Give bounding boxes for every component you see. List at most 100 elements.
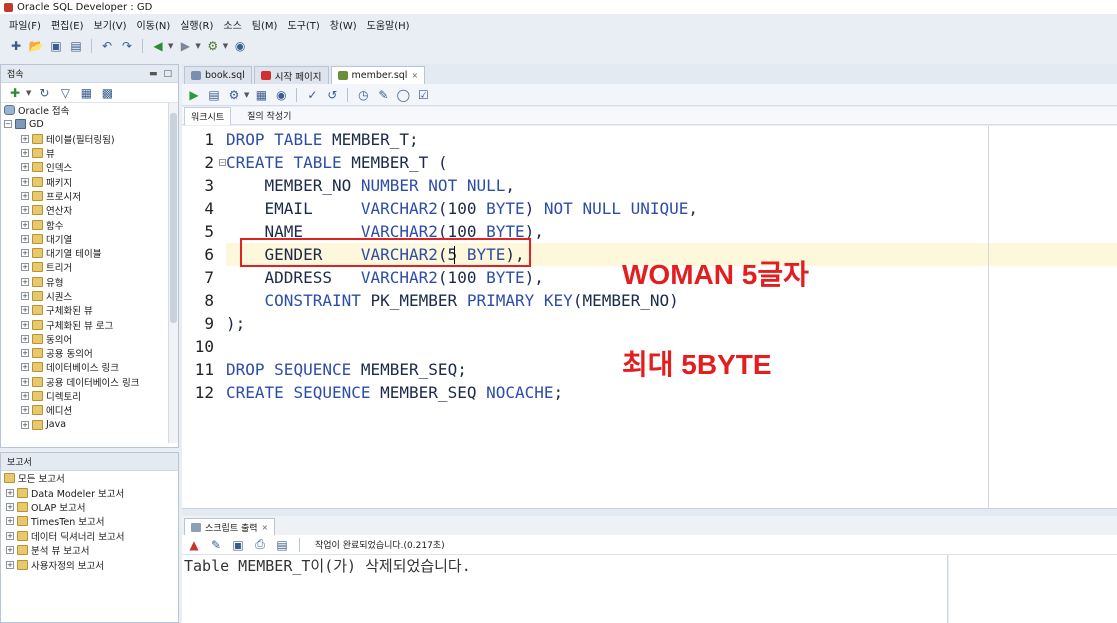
menu-tools[interactable]: 도구(T) [282, 17, 324, 32]
explain-plan-icon[interactable]: ▦ [253, 87, 269, 103]
format-icon[interactable]: ☑ [415, 87, 431, 103]
menu-team[interactable]: 팀(M) [247, 17, 283, 32]
tree-item-data-dictionary-reports[interactable]: + 데이터 딕셔너리 보고서 [1, 529, 178, 543]
expand-icon[interactable]: + [6, 488, 14, 497]
tree-item-oracle-connections[interactable]: Oracle 접속 [1, 103, 178, 117]
tab-query-builder[interactable]: 질의 작성기 [241, 107, 297, 124]
expand-icon[interactable]: + [21, 406, 29, 415]
export-icon[interactable]: ▤ [274, 537, 290, 553]
tree-item-timesten-reports[interactable]: + TimesTen 보고서 [1, 514, 178, 528]
tree-item-packages[interactable]: + 패키지 [1, 174, 178, 189]
redo-icon[interactable]: ↷ [119, 38, 135, 54]
autotrace-dropdown-icon[interactable]: ▼ [244, 91, 249, 99]
tree-item-operators[interactable]: + 연산자 [1, 203, 178, 217]
script-output[interactable]: Table MEMBER_T이(가) 삭제되었습니다. [182, 555, 948, 623]
tab-script-output[interactable]: 스크립트 출력 × [184, 518, 276, 535]
save-all-icon[interactable]: ▤ [68, 38, 84, 54]
find-icon[interactable]: ◯ [395, 87, 411, 103]
tree-item-materialized-view-logs[interactable]: + 구체화된 뷰 로그 [1, 317, 178, 332]
tree-item-indexes[interactable]: + 인덱스 [1, 160, 178, 174]
menu-view[interactable]: 보기(V) [89, 17, 132, 32]
run-script-icon[interactable]: ▤ [206, 87, 222, 103]
tree-item-olap-reports[interactable]: + OLAP 보고서 [1, 500, 178, 514]
tab-start-page[interactable]: 시작 페이지 [253, 66, 329, 84]
pin-icon[interactable]: ▲ [186, 537, 202, 553]
add-connection-dropdown-icon[interactable]: ▼ [26, 89, 31, 97]
tree-item-tables[interactable]: + 테이블(필터링됨) [1, 132, 178, 146]
tree-item-analytic-view-reports[interactable]: + 분석 뷰 보고서 [1, 543, 178, 557]
tree-item-views[interactable]: + 뷰 [1, 146, 178, 160]
tree-item-java[interactable]: + Java [1, 418, 178, 432]
tree-item-all-reports[interactable]: 모든 보고서 [1, 471, 178, 485]
expand-icon[interactable]: + [21, 191, 29, 200]
tree-item-procedures[interactable]: + 프로시저 [1, 189, 178, 203]
refresh-icon[interactable]: ↻ [36, 85, 52, 101]
tree-item-synonyms[interactable]: + 동의어 [1, 332, 178, 346]
menu-source[interactable]: 소스 [218, 17, 246, 32]
tree-item-gd[interactable]: − GD [1, 117, 178, 131]
tree-item-editions[interactable]: + 에디션 [1, 403, 178, 417]
undo-icon[interactable]: ↶ [99, 38, 115, 54]
forward-dropdown-icon[interactable]: ▼ [195, 42, 200, 50]
filter-icon[interactable]: ▽ [57, 85, 73, 101]
tree-item-directories[interactable]: + 디렉토리 [1, 389, 178, 403]
clear-output-icon[interactable]: ✎ [208, 537, 224, 553]
tab-worksheet[interactable]: 워크시트 [184, 106, 232, 125]
close-icon[interactable]: × [411, 71, 418, 80]
save-icon[interactable]: ▣ [48, 38, 64, 54]
sql-monitor-icon[interactable]: ◉ [232, 38, 248, 54]
tree-scrollbar[interactable] [168, 103, 178, 443]
clear-icon[interactable]: ✎ [375, 87, 391, 103]
add-connection-icon[interactable]: ✚ [7, 85, 23, 101]
collapse-icon[interactable]: − [4, 120, 12, 129]
tab-member-sql[interactable]: member.sql × [330, 66, 426, 84]
menu-run[interactable]: 실행(R) [175, 17, 218, 32]
back-icon[interactable]: ◀ [150, 38, 166, 54]
scrollbar-thumb[interactable] [170, 113, 177, 323]
fold-toggle-icon[interactable]: − [219, 159, 226, 166]
expand-icon[interactable]: + [6, 517, 14, 526]
schema-browser-icon[interactable]: ▦ [78, 85, 94, 101]
tree-item-functions[interactable]: + 함수 [1, 217, 178, 232]
tree-item-materialized-views[interactable]: + 구체화된 뷰 [1, 303, 178, 317]
sql-history-icon[interactable]: ◷ [355, 87, 371, 103]
expand-icon[interactable]: + [21, 320, 29, 329]
tab-book-sql[interactable]: book.sql [184, 66, 252, 84]
expand-icon[interactable]: + [21, 206, 29, 215]
expand-icon[interactable]: + [6, 531, 14, 540]
expand-icon[interactable]: + [6, 502, 14, 511]
minimize-icon[interactable]: ▬ [149, 69, 158, 79]
expand-icon[interactable]: + [6, 546, 14, 555]
panel-splitter[interactable] [182, 508, 1117, 516]
menu-navigate[interactable]: 이동(N) [132, 17, 176, 32]
expand-icon[interactable]: + [21, 163, 29, 172]
expand-icon[interactable]: + [21, 249, 29, 258]
expand-icon[interactable]: + [21, 420, 29, 429]
expand-icon[interactable]: + [21, 234, 29, 243]
maximize-icon[interactable]: □ [163, 69, 172, 79]
run-menu-dropdown-icon[interactable]: ▼ [223, 42, 228, 50]
back-dropdown-icon[interactable]: ▼ [168, 42, 173, 50]
expand-icon[interactable]: + [21, 349, 29, 358]
menu-help[interactable]: 도움말(H) [362, 17, 415, 32]
open-folder-icon[interactable]: 📂 [28, 38, 44, 54]
tree-item-triggers[interactable]: + 트리거 [1, 260, 178, 274]
expand-icon[interactable]: + [21, 392, 29, 401]
expand-icon[interactable]: + [21, 177, 29, 186]
expand-icon[interactable]: + [21, 377, 29, 386]
expand-icon[interactable]: + [21, 149, 29, 158]
expand-icon[interactable]: + [21, 263, 29, 272]
menu-window[interactable]: 창(W) [325, 17, 362, 32]
expand-icon[interactable]: + [21, 277, 29, 286]
autotrace-icon[interactable]: ⚙ [226, 87, 242, 103]
run-menu-icon[interactable]: ⚙ [205, 38, 221, 54]
tuning-advisor-icon[interactable]: ◉ [273, 87, 289, 103]
run-statement-icon[interactable]: ▶ [186, 87, 202, 103]
forward-icon[interactable]: ▶ [177, 38, 193, 54]
expand-icon[interactable]: + [21, 306, 29, 315]
tree-item-queue-tables[interactable]: + 대기열 테이블 [1, 246, 178, 260]
tree-item-types[interactable]: + 유형 [1, 275, 178, 289]
tree-item-public-synonyms[interactable]: + 공용 동의어 [1, 346, 178, 360]
menu-file[interactable]: 파일(F) [4, 17, 46, 32]
connection-group-icon[interactable]: ▩ [99, 85, 115, 101]
